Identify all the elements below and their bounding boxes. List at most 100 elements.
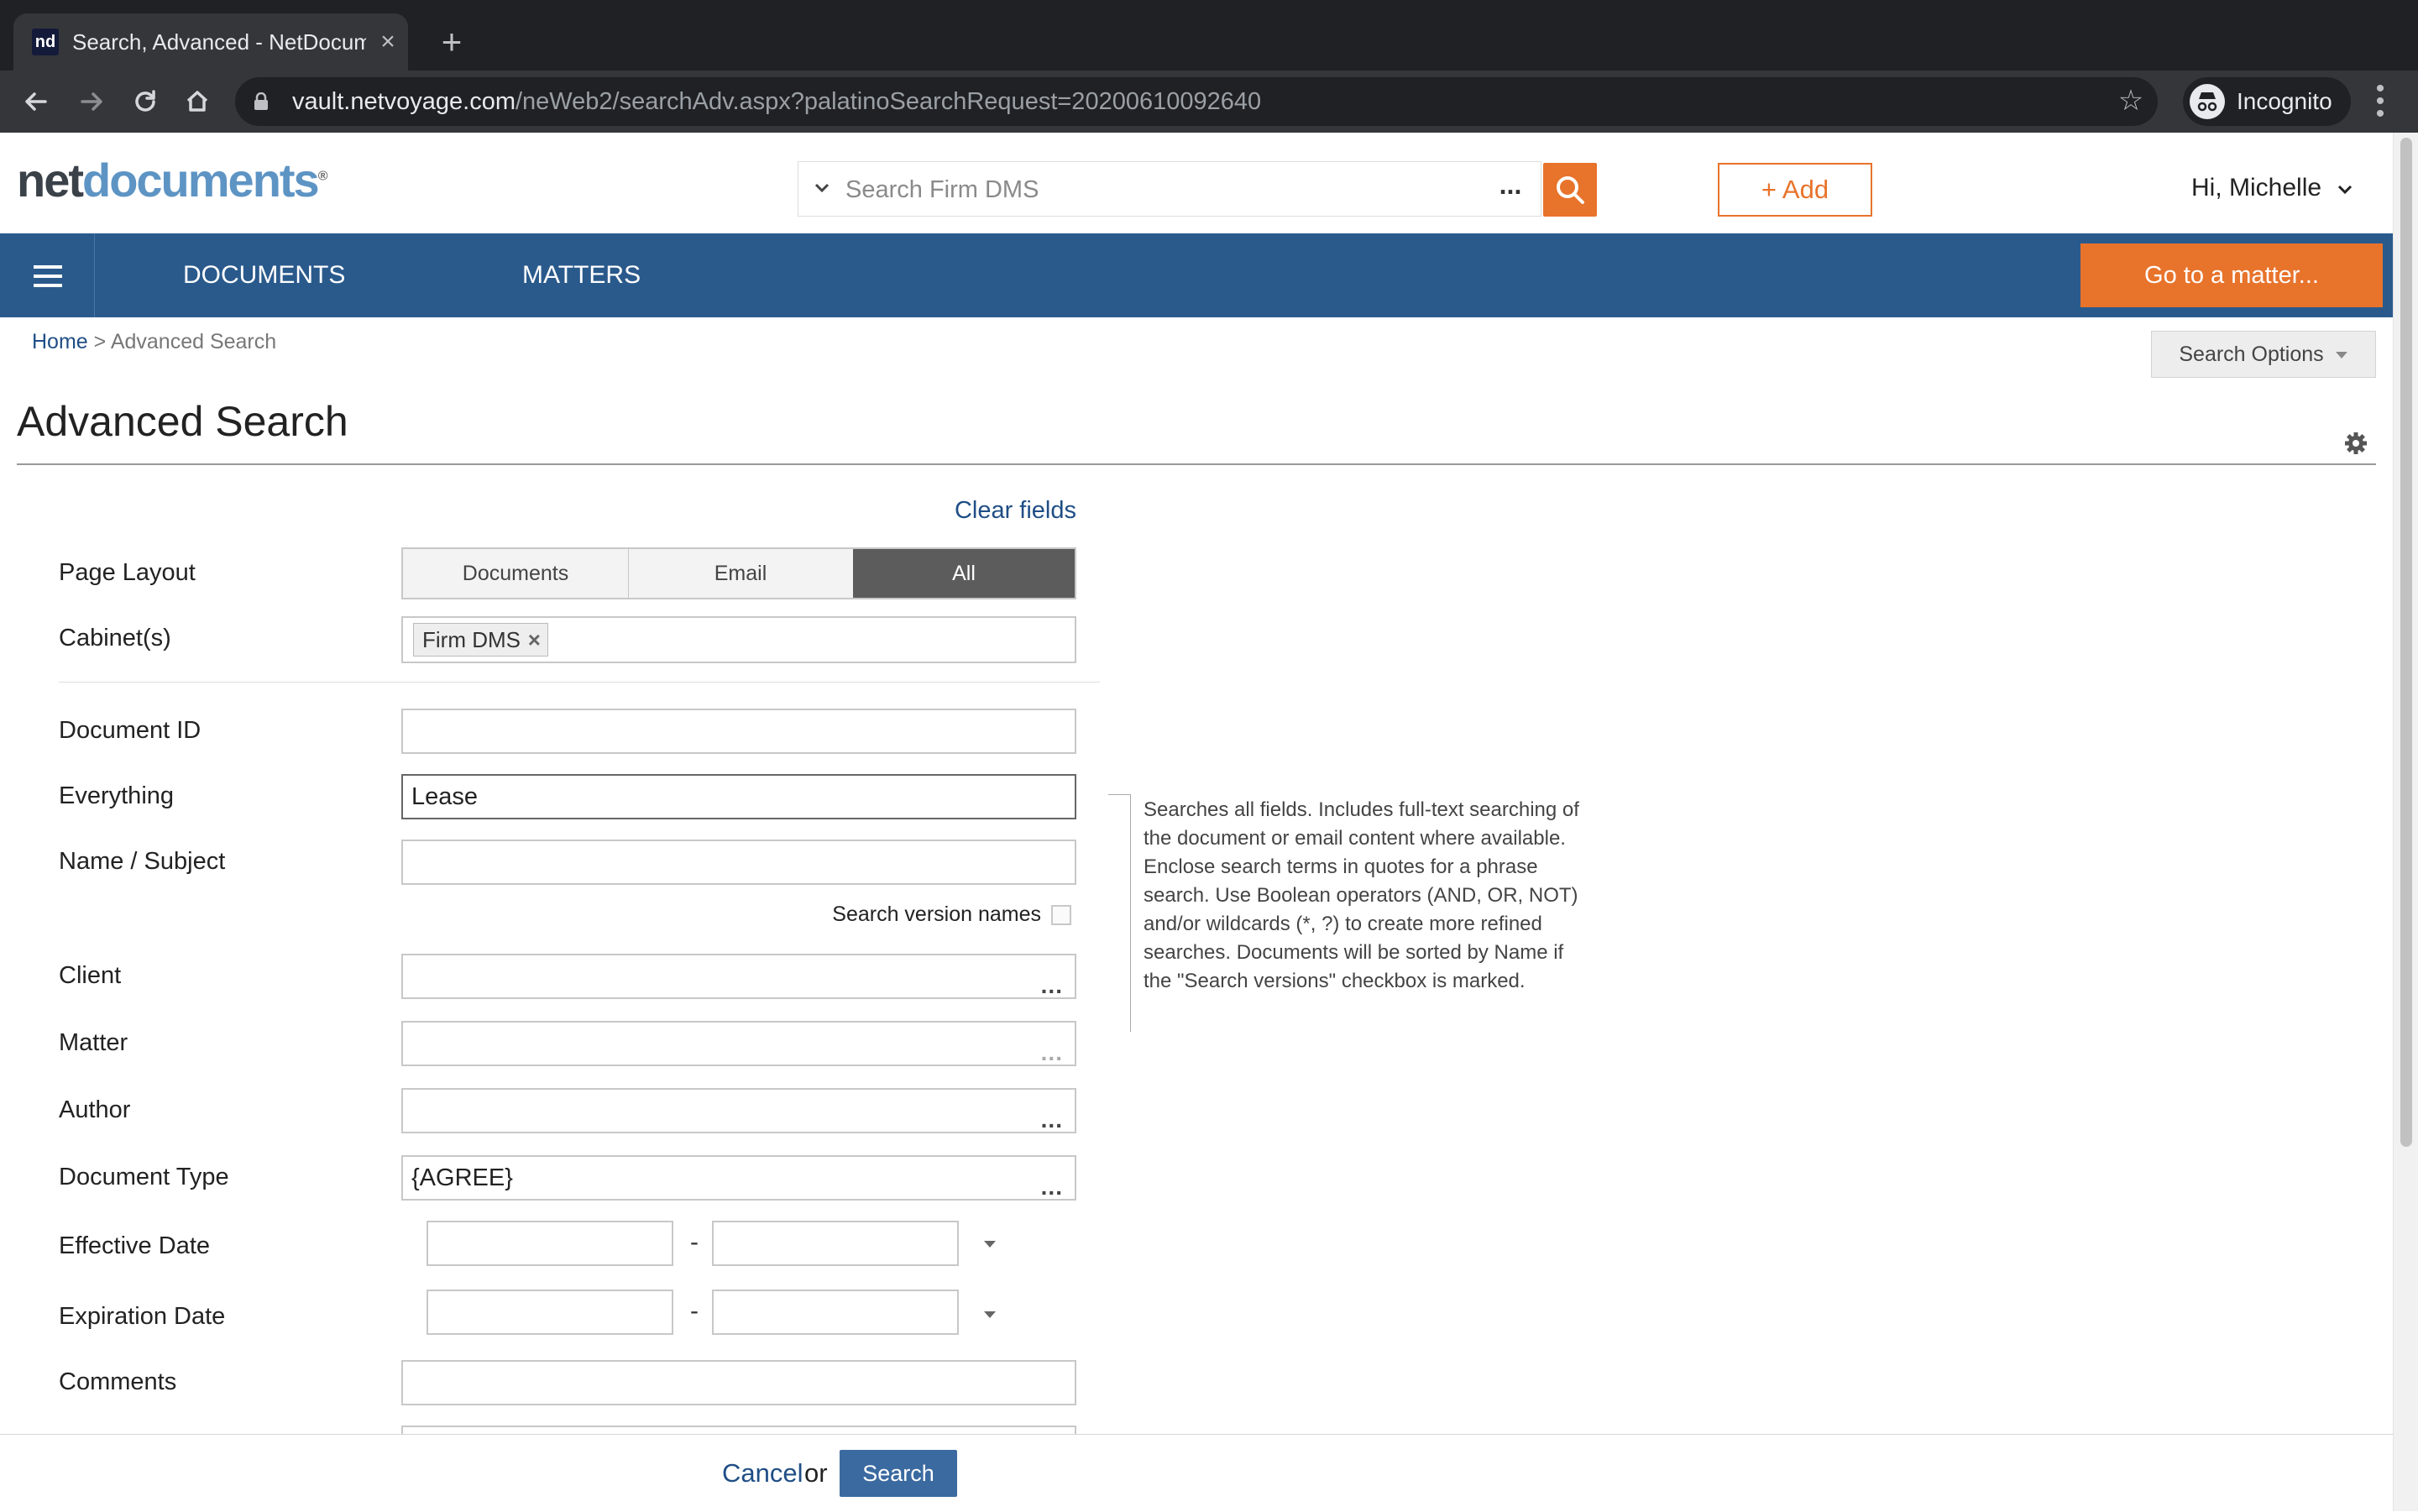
effective-date-dash: - (690, 1228, 699, 1256)
cabinets-field[interactable]: Firm DMS × (401, 616, 1076, 663)
incognito-icon (2190, 84, 2225, 119)
breadcrumb-home-link[interactable]: Home (32, 330, 88, 353)
user-greeting: Hi, Michelle (2191, 174, 2322, 201)
caret-down-icon (2335, 352, 2347, 359)
comments-input[interactable] (411, 1367, 999, 1399)
search-submit-button[interactable]: Search (840, 1450, 957, 1497)
document-id-input[interactable] (411, 715, 999, 747)
client-lookup-icon[interactable]: ... (1041, 974, 1063, 997)
bookmark-star-icon[interactable]: ☆ (2116, 86, 2146, 116)
search-version-names-checkbox[interactable] (1051, 905, 1071, 925)
everything-field (401, 774, 1076, 819)
cabinet-chip-label: Firm DMS (422, 627, 521, 652)
name-subject-label: Name / Subject (59, 848, 226, 875)
clear-fields-link[interactable]: Clear fields (949, 494, 1076, 527)
breadcrumb: Home > Advanced Search (32, 326, 276, 358)
url-text: vault.netvoyage.com/neWeb2/searchAdv.asp… (292, 86, 1261, 118)
logo-documents: documents (82, 154, 320, 207)
author-input[interactable] (411, 1095, 999, 1127)
url-host: vault.netvoyage.com (292, 88, 516, 115)
search-icon (1557, 176, 1584, 204)
expiration-date-from-input[interactable] (427, 1290, 673, 1335)
main-navigation-bar: DOCUMENTS MATTERS Go to a matter... (0, 233, 2393, 317)
reload-icon[interactable] (126, 82, 165, 121)
cabinet-chip: Firm DMS × (413, 623, 548, 657)
expiration-date-label: Expiration Date (59, 1303, 226, 1330)
name-subject-field (401, 840, 1076, 885)
comments-label: Comments (59, 1368, 177, 1395)
client-input[interactable] (411, 960, 999, 992)
global-search-box: ... (798, 161, 1541, 217)
home-icon[interactable] (178, 82, 217, 121)
document-type-lookup-icon[interactable]: ... (1041, 1175, 1063, 1199)
author-lookup-icon[interactable]: ... (1041, 1108, 1063, 1132)
browser-toolbar: vault.netvoyage.com/neWeb2/searchAdv.asp… (0, 71, 2418, 133)
next-field-partial (401, 1426, 1076, 1434)
expiration-date-to-input[interactable] (712, 1290, 959, 1335)
search-version-names-label: Search version names (832, 902, 1041, 926)
author-field: ... (401, 1088, 1076, 1133)
title-divider (17, 463, 2376, 465)
matter-lookup-icon[interactable]: ... (1041, 1041, 1063, 1065)
layout-option-all[interactable]: All (853, 549, 1075, 598)
incognito-profile-button[interactable]: Incognito (2183, 77, 2351, 126)
effective-date-from-input[interactable] (427, 1221, 673, 1266)
name-subject-input[interactable] (411, 846, 999, 878)
everything-input[interactable] (411, 781, 999, 813)
scrollbar-thumb[interactable] (2400, 138, 2412, 1147)
section-divider (59, 682, 1100, 683)
browser-tab-strip: nd Search, Advanced - NetDocuments × + (0, 0, 2418, 71)
logo-registered-mark: ® (317, 169, 328, 184)
effective-date-to-input[interactable] (712, 1221, 959, 1266)
document-type-input[interactable] (411, 1162, 999, 1194)
comments-field (401, 1360, 1076, 1405)
page-layout-toggle: Documents Email All (401, 547, 1076, 599)
everything-help-text: Searches all fields. Includes full-text … (1144, 798, 1579, 992)
browser-tab[interactable]: nd Search, Advanced - NetDocuments × (13, 13, 408, 71)
add-button[interactable]: + Add (1718, 163, 1872, 217)
client-label: Client (59, 962, 122, 989)
matter-label: Matter (59, 1029, 128, 1056)
effective-date-caret-icon[interactable] (979, 1236, 1001, 1253)
cancel-link[interactable]: Cancel (722, 1453, 803, 1494)
hamburger-menu-icon[interactable] (0, 233, 95, 317)
author-label: Author (59, 1096, 131, 1123)
document-type-label: Document Type (59, 1164, 229, 1190)
tab-close-icon[interactable]: × (374, 29, 401, 55)
expiration-date-caret-icon[interactable] (979, 1306, 1001, 1323)
chip-remove-icon[interactable]: × (528, 624, 541, 656)
gear-icon[interactable] (2342, 430, 2369, 457)
breadcrumb-separator: > (87, 330, 111, 353)
effective-date-label: Effective Date (59, 1232, 211, 1259)
layout-option-documents[interactable]: Documents (403, 549, 629, 598)
back-icon[interactable] (17, 82, 55, 121)
page-scrollbar[interactable] (2393, 133, 2418, 1511)
help-bracket (1108, 794, 1131, 1032)
netdocuments-logo[interactable]: netdocuments® (17, 153, 327, 212)
forward-icon[interactable] (72, 82, 111, 121)
nav-documents[interactable]: DOCUMENTS (183, 233, 345, 317)
breadcrumb-current: Advanced Search (110, 330, 277, 353)
user-menu[interactable]: Hi, Michelle (2191, 171, 2355, 205)
incognito-label: Incognito (2237, 88, 2332, 114)
address-bar[interactable]: vault.netvoyage.com/neWeb2/searchAdv.asp… (235, 77, 2158, 126)
url-path: /neWeb2/searchAdv.aspx?palatinoSearchReq… (515, 88, 1262, 115)
page-title: Advanced Search (17, 398, 348, 445)
global-search-button[interactable] (1543, 163, 1597, 217)
matter-input[interactable] (411, 1028, 999, 1059)
browser-menu-icon[interactable]: • • • (2368, 76, 2393, 127)
search-scope-chevron-icon[interactable] (812, 177, 832, 197)
nav-matters[interactable]: MATTERS (522, 233, 641, 317)
form-action-bar: Cancel or Search (0, 1434, 2393, 1512)
layout-option-email[interactable]: Email (628, 549, 854, 598)
matter-field: ... (401, 1021, 1076, 1066)
go-to-matter-button[interactable]: Go to a matter... (2080, 243, 2383, 307)
or-text: or (804, 1458, 828, 1488)
lock-icon (254, 92, 269, 111)
search-more-options-icon[interactable]: ... (1494, 171, 1527, 206)
new-tab-icon[interactable]: + (433, 24, 470, 60)
global-search-input[interactable] (844, 169, 1468, 211)
chevron-down-icon (2338, 186, 2353, 195)
document-id-label: Document ID (59, 717, 202, 744)
search-options-dropdown[interactable]: Search Options (2151, 331, 2376, 378)
